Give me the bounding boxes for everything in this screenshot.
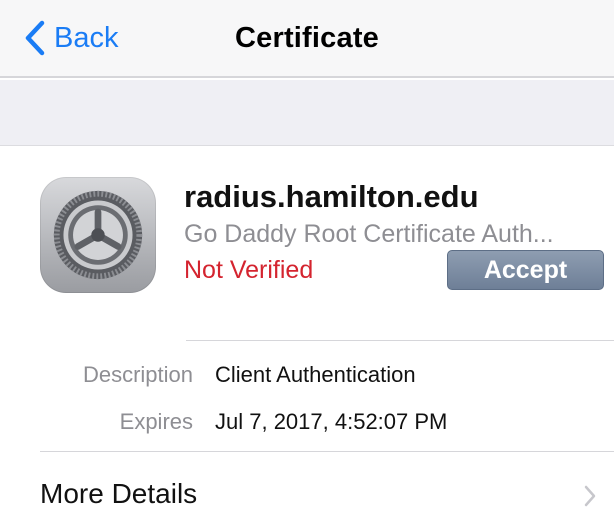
divider <box>186 340 614 341</box>
page-title: Certificate <box>234 22 380 54</box>
detail-row-description: Description Client Authentication <box>0 355 614 395</box>
settings-gear-icon <box>40 177 156 293</box>
certificate-summary: radius.hamilton.edu Go Daddy Root Certif… <box>0 147 614 327</box>
detail-value: Client Authentication <box>215 362 416 387</box>
divider <box>40 451 614 452</box>
chevron-right-icon <box>583 484 597 508</box>
navigation-bar: Back Certificate <box>0 0 614 78</box>
verification-status: Not Verified <box>184 256 314 284</box>
more-details-label: More Details <box>40 478 198 509</box>
accept-button[interactable]: Accept <box>447 250 604 290</box>
certificate-issuer: Go Daddy Root Certificate Auth... <box>184 220 554 248</box>
detail-row-expires: Expires Jul 7, 2017, 4:52:07 PM <box>0 402 614 442</box>
detail-value: Jul 7, 2017, 4:52:07 PM <box>215 409 448 434</box>
detail-key: Description <box>82 362 193 387</box>
more-details-row[interactable]: More Details <box>0 470 614 512</box>
certificate-name: radius.hamilton.edu <box>184 179 479 214</box>
section-spacer <box>0 80 614 146</box>
detail-key: Expires <box>119 409 193 434</box>
